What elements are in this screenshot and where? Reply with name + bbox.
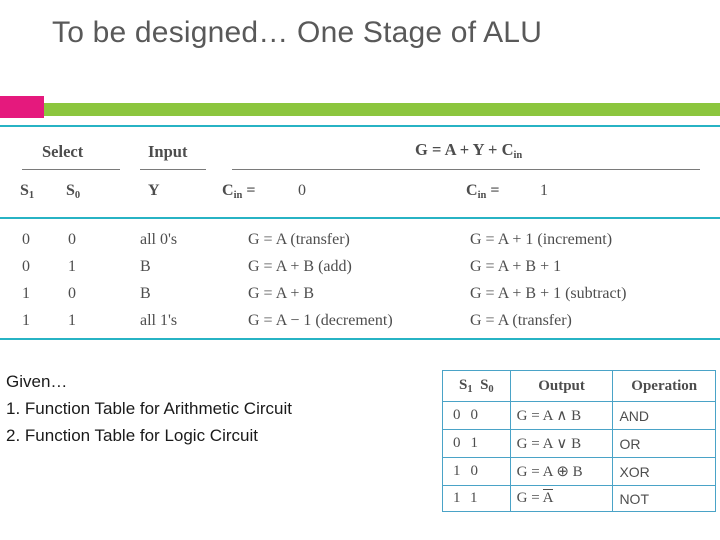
subheader-s0-letter: S — [66, 182, 75, 199]
row2-g-cin1: G = A + B + 1 (subtract) — [470, 285, 627, 302]
row3-s1: 1 — [22, 312, 30, 329]
rule-select — [22, 169, 120, 170]
subheader-cin-zero: Cin = — [222, 182, 255, 201]
logic-row3-output-negated: A — [542, 489, 554, 506]
subheader-cin-one-value: 1 — [540, 182, 548, 199]
logic-row3-bits: 11 — [442, 485, 511, 512]
row1-s1: 0 — [22, 258, 30, 275]
header-g-subscript: in — [513, 150, 523, 161]
logic-row2-operation: XOR — [612, 457, 716, 486]
header-g-text: G = A + Y + C — [415, 140, 514, 159]
cin-right-equals: = — [490, 182, 500, 199]
row1-s0: 1 — [68, 258, 76, 275]
logic-function-table: S1 S0 Output Operation 00 G = A ∧ B AND … — [442, 370, 716, 512]
row0-s0: 0 — [68, 231, 76, 248]
logic-row0-s1: 0 — [453, 407, 471, 423]
divider-bottom — [0, 338, 720, 340]
row3-y: all 1's — [140, 312, 178, 329]
row0-g-cin0: G = A (transfer) — [248, 231, 350, 248]
given-heading: Given… — [6, 372, 68, 391]
logic-table-header-row: S1 S0 Output Operation — [442, 370, 716, 402]
row0-s1: 0 — [22, 231, 30, 248]
subheader-cin-zero-value: 0 — [298, 182, 306, 199]
header-select: Select — [42, 142, 84, 161]
table-row: 10 G = A ⊕ B XOR — [442, 457, 716, 486]
divider-top — [0, 125, 720, 127]
logic-row0-operation: AND — [612, 401, 716, 430]
subheader-s0-index: 0 — [74, 190, 81, 201]
logic-row1-s0: 1 — [470, 435, 488, 451]
logic-row1-output: G = A ∨ B — [509, 429, 614, 458]
subheader-y: Y — [148, 182, 160, 199]
table-row: 00 G = A ∧ B AND — [442, 401, 716, 430]
divider-mid — [0, 217, 720, 219]
logic-row2-output: G = A ⊕ B — [509, 457, 614, 486]
rule-g — [232, 169, 700, 170]
accent-bar-pink — [0, 96, 44, 118]
accent-bar-green — [44, 103, 720, 116]
row1-g-cin0: G = A + B (add) — [248, 258, 352, 275]
header-input: Input — [148, 142, 188, 161]
row1-g-cin1: G = A + B + 1 — [470, 258, 562, 275]
cin-left-equals: = — [246, 182, 256, 199]
row3-s0: 1 — [68, 312, 76, 329]
row2-y: B — [140, 285, 151, 302]
logic-row3-operation: NOT — [612, 485, 716, 512]
row1-y: B — [140, 258, 151, 275]
subheader-s1-index: 1 — [28, 190, 35, 201]
logic-row1-bits: 01 — [442, 429, 511, 458]
subheader-cin-one: Cin = — [466, 182, 499, 201]
row3-g-cin1: G = A (transfer) — [470, 312, 572, 329]
logic-row2-s0: 0 — [470, 463, 488, 479]
rule-input — [140, 169, 206, 170]
logic-row2-s1: 1 — [453, 463, 471, 479]
row2-s1: 1 — [22, 285, 30, 302]
logic-row0-s0: 0 — [470, 407, 488, 423]
logic-row1-operation: OR — [612, 429, 716, 458]
header-g-expression: G = A + Y + Cin — [415, 140, 522, 161]
row0-g-cin1: G = A + 1 (increment) — [470, 231, 613, 248]
cin-left-index: in — [233, 190, 243, 201]
logic-row3-s0: 1 — [469, 490, 488, 506]
row2-g-cin0: G = A + B — [248, 285, 315, 302]
given-item-2: 2. Function Table for Logic Circuit — [6, 426, 258, 446]
logic-row2-bits: 10 — [442, 457, 511, 486]
table-row: 11 G = A NOT — [442, 485, 716, 512]
row2-s0: 0 — [68, 285, 76, 302]
logic-header-operation: Operation — [612, 370, 716, 402]
logic-row0-bits: 00 — [442, 401, 511, 430]
logic-row3-output: G = A — [509, 485, 614, 512]
subheader-s0: S0 — [66, 182, 80, 201]
logic-header-select: S1 S0 — [442, 370, 511, 402]
cin-left-letter: C — [222, 182, 234, 199]
cin-right-index: in — [477, 190, 487, 201]
logic-row3-s1: 1 — [453, 490, 470, 506]
given-item-1: 1. Function Table for Arithmetic Circuit — [6, 399, 292, 419]
subheader-s1: S1 — [20, 182, 34, 201]
logic-header-output: Output — [509, 370, 614, 402]
cin-right-letter: C — [466, 182, 478, 199]
arithmetic-function-table: Select Input G = A + Y + Cin S1 S0 Y Cin… — [0, 125, 720, 340]
logic-row1-s1: 0 — [453, 435, 471, 451]
row0-y: all 0's — [140, 231, 178, 248]
table-row: 01 G = A ∨ B OR — [442, 429, 716, 458]
subheader-s1-letter: S — [20, 182, 29, 199]
page-title: To be designed… One Stage of ALU — [52, 16, 543, 49]
row3-g-cin0: G = A − 1 (decrement) — [248, 312, 393, 329]
logic-row0-output: G = A ∧ B — [509, 401, 614, 430]
given-block: Given… 1. Function Table for Arithmetic … — [6, 368, 436, 450]
